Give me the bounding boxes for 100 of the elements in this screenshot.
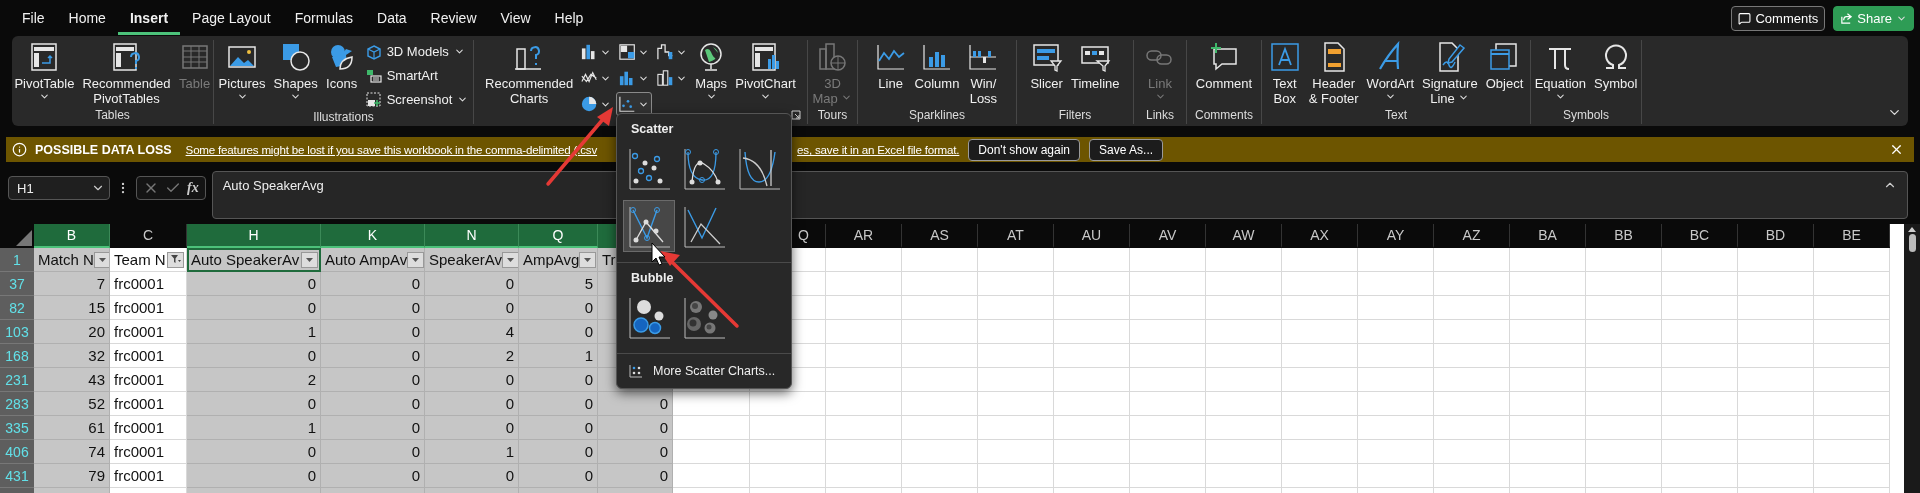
ribbon-button[interactable]: Text Box [1265, 40, 1304, 107]
ribbon-button[interactable]: Line [871, 40, 910, 92]
group-label: Tours [817, 108, 848, 123]
scroll-thumb[interactable] [1908, 234, 1916, 252]
ribbon-button[interactable]: Recommended Charts [482, 40, 577, 107]
vertical-scrollbar[interactable] [1904, 224, 1920, 493]
column-header[interactable]: BA [1510, 224, 1586, 248]
column-header[interactable]: AT [978, 224, 1054, 248]
ribbon-button[interactable]: Timeline [1067, 40, 1123, 92]
filter-button[interactable] [502, 251, 518, 268]
row-header[interactable]: 231 [0, 368, 34, 392]
menu-tab[interactable]: Formulas [282, 1, 366, 35]
caret-icon [841, 92, 853, 103]
column-header[interactable]: C [110, 224, 187, 248]
row-header[interactable]: 335 [0, 416, 34, 440]
table-cell: frc0001 [110, 344, 187, 368]
row-header[interactable]: 1 [0, 248, 34, 272]
caret-icon [97, 256, 107, 263]
column-header[interactable]: BC [1662, 224, 1738, 248]
ribbon-button[interactable]: Icons [322, 40, 361, 92]
column-header[interactable]: BD [1738, 224, 1814, 248]
column-header[interactable]: AY [1358, 224, 1434, 248]
caret-icon [760, 91, 772, 102]
caret-icon [411, 256, 421, 263]
table-cell: 0 [187, 296, 321, 320]
table-cell: 0 [187, 440, 321, 464]
row-header[interactable]: 406 [0, 440, 34, 464]
warning-button[interactable]: Don't show again [968, 138, 1081, 161]
ribbon-button[interactable]: Equation [1531, 40, 1589, 103]
filter-button[interactable] [301, 251, 318, 268]
column-header[interactable]: AV [1130, 224, 1206, 248]
column-header[interactable]: BB [1586, 224, 1662, 248]
column-header[interactable]: AX [1282, 224, 1358, 248]
share-button[interactable]: Share [1833, 5, 1914, 31]
share-icon [1840, 11, 1854, 25]
column-header[interactable]: H [187, 224, 321, 248]
name-box[interactable]: H1 [8, 176, 110, 200]
ribbon-button[interactable]: SmartArt [362, 65, 472, 86]
table-cell: 0 [321, 272, 425, 296]
menu-item[interactable]: More Scatter Charts... [617, 362, 788, 380]
ribbon-button[interactable]: Symbol [1591, 40, 1641, 92]
formula-field[interactable]: Auto SpeakerAvg [211, 171, 1908, 219]
comments-button[interactable]: Comments [1731, 5, 1826, 31]
row-header[interactable]: 168 [0, 344, 34, 368]
column-header[interactable]: Q [519, 224, 598, 248]
ribbon-button[interactable]: Win/ Loss [964, 40, 1003, 107]
menu-tab[interactable]: File [10, 1, 57, 35]
filter-button[interactable] [579, 251, 597, 268]
row-header[interactable]: 283 [0, 392, 34, 416]
column-header[interactable]: K [321, 224, 425, 248]
menu-tab[interactable]: View [488, 1, 543, 35]
row-header[interactable]: 103 [0, 320, 34, 344]
column-header[interactable]: AR [826, 224, 902, 248]
close-button[interactable] [1889, 142, 1904, 157]
ribbon-button[interactable]: Slicer [1027, 40, 1066, 92]
menu-tab[interactable]: Data [365, 1, 419, 35]
ribbon-button[interactable]: PivotTable [11, 40, 78, 103]
filter-button[interactable] [93, 251, 109, 268]
scroll-up-icon[interactable] [1908, 226, 1916, 232]
chart-type-button[interactable] [616, 92, 653, 116]
ribbon-button[interactable]: Signature Line [1419, 40, 1481, 107]
menu-tab[interactable]: Home [56, 1, 118, 35]
menu-tab[interactable]: Review [418, 1, 489, 35]
ribbon-button[interactable]: Screenshot [362, 89, 472, 110]
ribbon-button[interactable]: Pictures [215, 40, 269, 103]
scatter-dots-icon [627, 146, 671, 190]
table-cell: frc0001 [110, 464, 187, 488]
warning-link[interactable]: es, save it in an Excel file format. [797, 143, 960, 156]
ribbon-button[interactable]: PivotChart [732, 40, 799, 103]
column-header[interactable]: B [34, 224, 110, 248]
row-header[interactable]: 82 [0, 296, 34, 320]
ribbon-button[interactable]: WordArt [1363, 40, 1418, 103]
filter-button[interactable] [407, 251, 424, 268]
column-header[interactable]: AS [902, 224, 978, 248]
menu-tab[interactable]: Page Layout [180, 1, 283, 35]
ribbon-button[interactable]: 3D Models [362, 41, 472, 62]
column-header[interactable]: AZ [1434, 224, 1510, 248]
column-header[interactable]: BE [1814, 224, 1890, 248]
column-header[interactable]: N [425, 224, 519, 248]
group-label: Text [1385, 108, 1407, 123]
column-header[interactable]: AW [1206, 224, 1282, 248]
table-cell: 0 [519, 464, 598, 488]
insert-function-button[interactable]: fx [187, 180, 199, 196]
row-header[interactable]: 37 [0, 272, 34, 296]
ribbon-button[interactable]: Recommended PivotTables [79, 40, 174, 107]
ribbon-button[interactable]: Column [911, 40, 963, 92]
ribbon-button[interactable]: Shapes [270, 40, 321, 103]
ribbon-button[interactable]: Maps [692, 40, 731, 103]
ribbon-button[interactable]: Header & Footer [1305, 40, 1362, 107]
filter-button[interactable] [167, 251, 184, 268]
table-cell: 1 [187, 416, 321, 440]
header-text: Auto SpeakerAv [191, 251, 300, 268]
dialog-launcher-icon[interactable] [791, 110, 801, 120]
warning-button[interactable]: Save As... [1089, 138, 1164, 161]
ribbon-button[interactable]: Object [1482, 40, 1527, 92]
menu-tab[interactable]: Help [542, 1, 596, 35]
column-header[interactable]: AU [1054, 224, 1130, 248]
row-header[interactable]: 431 [0, 464, 34, 488]
ribbon-button[interactable]: Comment [1192, 40, 1256, 92]
chart-option[interactable] [623, 200, 675, 252]
